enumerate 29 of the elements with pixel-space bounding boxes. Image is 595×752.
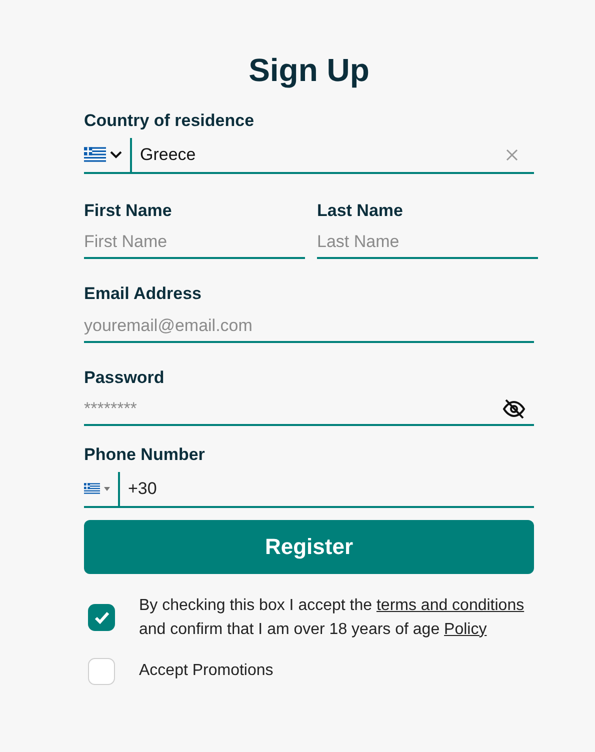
field-label: Email Address [84, 283, 202, 305]
consent-link[interactable]: terms and conditions [376, 596, 524, 614]
text-field[interactable]: ******** [84, 396, 502, 422]
phone-field[interactable]: +30 [120, 476, 534, 502]
caret-down-icon [104, 486, 110, 490]
consent-text: By checking this box I accept the terms and conditions and confirm that I am over 18 years of age Policy [139, 596, 526, 640]
consent-link[interactable]: Policy [444, 620, 487, 638]
field-label: Phone Number [84, 444, 206, 466]
page-title: Sign Up [248, 51, 370, 90]
checkbox[interactable] [88, 658, 115, 684]
text-field[interactable]: Last Name [317, 229, 538, 255]
checkmark-icon [94, 610, 110, 624]
chevron-down-icon [110, 150, 122, 158]
country-code-picker[interactable] [84, 472, 120, 506]
field-label: Country of residence [84, 110, 256, 132]
country-field[interactable]: Greece [132, 142, 506, 168]
field-label: Password [84, 366, 166, 388]
consent-text: Accept Promotions [139, 661, 274, 681]
field-label: Last Name [317, 200, 404, 222]
flag-icon [84, 483, 100, 494]
country-picker[interactable] [84, 138, 132, 172]
field-label: First Name [84, 200, 173, 222]
checkbox[interactable] [88, 604, 115, 631]
clear-icon[interactable] [506, 148, 518, 160]
flag-icon [84, 147, 106, 162]
register-button[interactable]: Register [84, 520, 534, 574]
eye-off-icon[interactable] [502, 397, 526, 421]
text-field[interactable]: youremail@email.com [84, 312, 534, 338]
text-field[interactable]: First Name [84, 229, 305, 255]
